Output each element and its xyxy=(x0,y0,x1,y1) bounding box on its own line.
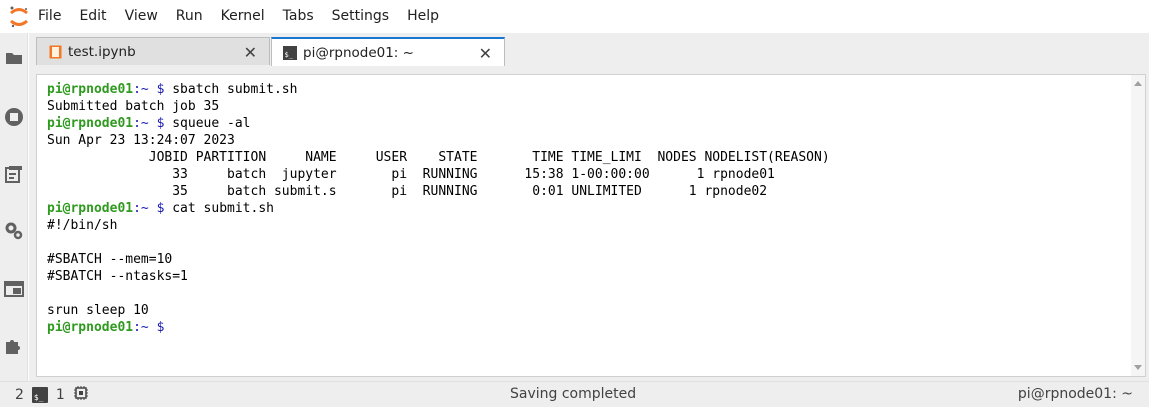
terminal-output-line: 35 batch submit.s pi RUNNING 0:01 UNLIMI… xyxy=(47,184,768,199)
prompt-command: squeue -al xyxy=(164,116,251,131)
terminal-count[interactable]: 1 xyxy=(56,387,65,403)
terminal-output-line: #!/bin/sh xyxy=(47,218,118,233)
prompt-command: sbatch submit.sh xyxy=(164,82,298,97)
terminal-prompt-line: pi@rpnode01:~ $ cat submit.sh xyxy=(47,200,830,217)
terminal-output-line: Sun Apr 23 13:24:07 2023 xyxy=(47,133,235,148)
tab-label: test.ipynb xyxy=(68,43,136,60)
menu-run[interactable]: Run xyxy=(167,0,212,33)
terminal-output: pi@rpnode01:~ $ sbatch submit.sh Submitte… xyxy=(47,81,830,336)
status-bar: 2 $_ 1 Saving completed pi@rpnode01: ~ xyxy=(0,381,1149,407)
terminal-icon[interactable]: $_ xyxy=(31,386,48,403)
prompt-path: :~ $ xyxy=(133,201,165,216)
menu-help[interactable]: Help xyxy=(398,0,448,33)
svg-text:$_: $_ xyxy=(285,51,294,59)
tab-label: pi@rpnode01: ~ xyxy=(303,44,414,61)
terminal-output-line: 33 batch jupyter pi RUNNING 15:38 1-00:0… xyxy=(47,167,775,182)
terminal-prompt-line: pi@rpnode01:~ $ squeue -al xyxy=(47,115,830,132)
terminal-icon: $_ xyxy=(283,45,297,60)
close-icon[interactable]: ✕ xyxy=(244,43,257,62)
running-icon[interactable] xyxy=(3,106,25,128)
folder-icon[interactable] xyxy=(3,47,25,69)
prompt-user: pi@rpnode01 xyxy=(47,82,134,97)
kernel-activity-icon[interactable] xyxy=(73,385,89,405)
prompt-user: pi@rpnode01 xyxy=(47,201,134,216)
scroll-down-icon[interactable] xyxy=(1134,365,1142,370)
prompt-user: pi@rpnode01 xyxy=(47,116,134,131)
property-inspector-icon[interactable] xyxy=(3,220,25,242)
tab-terminal[interactable]: $_ pi@rpnode01: ~ ✕ xyxy=(271,37,505,66)
status-text: Saving completed xyxy=(510,386,637,402)
tab-test-notebook[interactable]: test.ipynb ✕ xyxy=(36,37,270,65)
menu-file[interactable]: File xyxy=(38,0,70,33)
prompt-path: :~ $ xyxy=(133,82,165,97)
terminal-prompt-line: pi@rpnode01:~ $ xyxy=(47,319,830,336)
extension-icon[interactable] xyxy=(3,335,25,357)
close-icon[interactable]: ✕ xyxy=(479,44,492,63)
prompt-command: cat submit.sh xyxy=(164,201,274,216)
menu-settings[interactable]: Settings xyxy=(323,0,398,33)
menu-view[interactable]: View xyxy=(116,0,167,33)
menu-kernel[interactable]: Kernel xyxy=(212,0,274,33)
terminal-panel[interactable]: pi@rpnode01:~ $ sbatch submit.sh Submitte… xyxy=(36,74,1146,377)
jupyter-logo-icon xyxy=(0,0,38,33)
terminal-output-line: srun sleep 10 xyxy=(47,303,149,318)
prompt-user: pi@rpnode01 xyxy=(47,320,134,335)
prompt-path: :~ $ xyxy=(133,320,165,335)
terminal-output-line: Submitted batch job 35 xyxy=(47,99,220,114)
status-right-text: pi@rpnode01: ~ xyxy=(1017,386,1133,402)
terminal-scrollbar[interactable] xyxy=(1131,75,1145,376)
terminal-output-line: #SBATCH --mem=10 xyxy=(47,252,173,267)
notebook-icon xyxy=(48,45,62,59)
kernel-count[interactable]: 2 xyxy=(15,387,24,403)
prompt-path: :~ $ xyxy=(133,116,165,131)
terminal-output-line: #SBATCH --ntasks=1 xyxy=(47,269,188,284)
command-palette-icon[interactable] xyxy=(3,163,25,185)
terminal-prompt-line: pi@rpnode01:~ $ sbatch submit.sh xyxy=(47,81,830,98)
tabs-icon[interactable] xyxy=(3,278,25,300)
menu-edit[interactable]: Edit xyxy=(70,0,115,33)
tab-bar: test.ipynb ✕ $_ pi@rpnode01: ~ ✕ xyxy=(36,37,505,66)
left-sidebar xyxy=(0,33,28,381)
menu-bar: File Edit View Run Kernel Tabs Settings Help xyxy=(0,0,1149,33)
terminal-output-line: JOBID PARTITION NAME USER STATE TIME TIM… xyxy=(47,150,830,165)
menu-tabs[interactable]: Tabs xyxy=(274,0,323,33)
scroll-up-icon[interactable] xyxy=(1134,81,1142,86)
prompt-command xyxy=(164,320,172,335)
